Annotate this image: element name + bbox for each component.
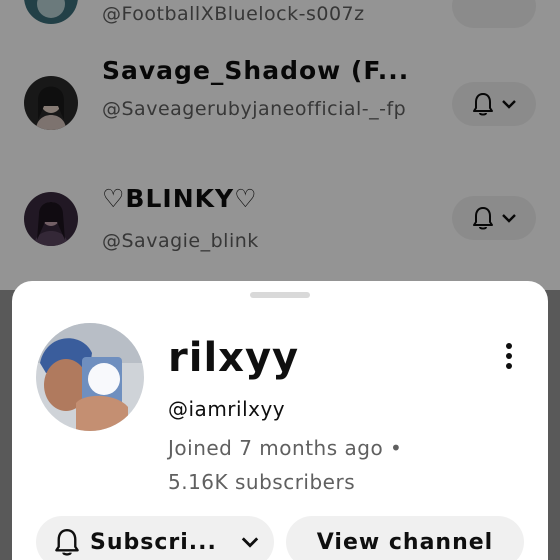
more-options-button[interactable] — [496, 339, 522, 373]
channel-name: rilxyy — [168, 335, 300, 381]
subscriber-count: 5.16K subscribers — [168, 470, 356, 494]
view-channel-button[interactable]: View channel — [286, 516, 524, 560]
subscribe-button[interactable]: Subscri... — [36, 516, 274, 560]
more-vert-icon — [506, 343, 512, 369]
bell-icon — [55, 529, 79, 556]
channel-handle: @iamrilxyy — [168, 397, 286, 421]
channel-avatar[interactable] — [36, 323, 144, 431]
subscribe-label: Subscri... — [90, 529, 217, 555]
channel-bottom-sheet: rilxyy @iamrilxyy Joined 7 months ago • … — [12, 281, 548, 560]
view-channel-label: View channel — [316, 529, 494, 555]
drag-handle[interactable] — [250, 292, 310, 298]
joined-date: Joined 7 months ago • — [168, 436, 403, 460]
channel-meta: Joined 7 months ago • 5.16K subscribers — [168, 431, 468, 499]
chevron-down-icon — [241, 537, 259, 548]
